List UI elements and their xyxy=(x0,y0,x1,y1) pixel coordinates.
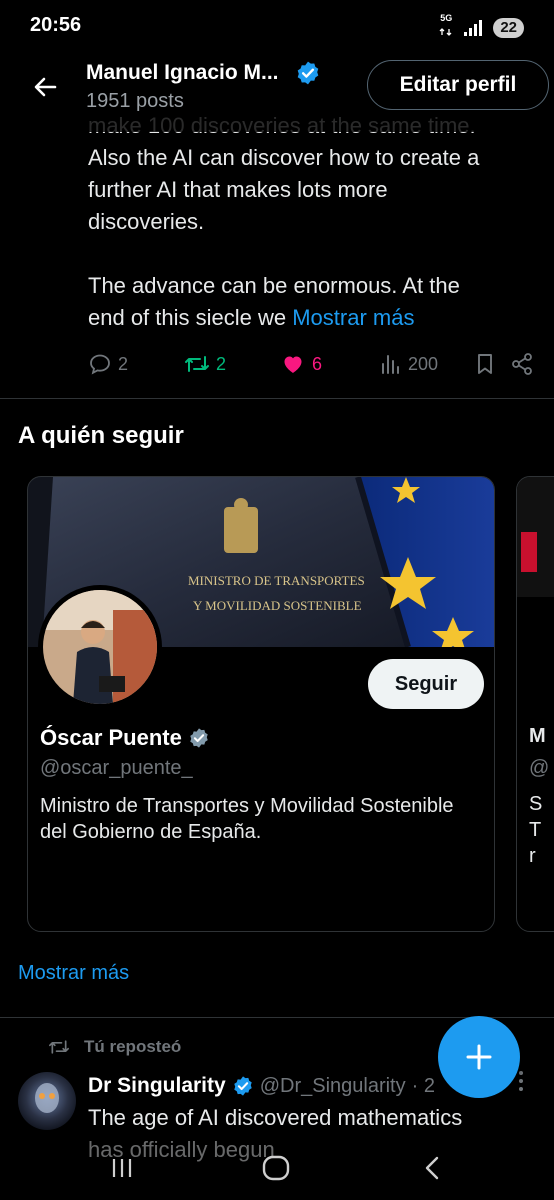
divider xyxy=(0,398,554,399)
data-arrows-icon xyxy=(439,28,452,36)
battery-indicator: 22 xyxy=(493,17,524,38)
reply-icon xyxy=(90,354,110,375)
repost-icon xyxy=(48,1040,69,1054)
tweet-line: Also the AI can discover how to create a xyxy=(88,145,480,170)
home-button[interactable] xyxy=(256,1152,296,1184)
tweet-line: end of this siecle we Mostrar más xyxy=(88,302,538,334)
views-count: 200 xyxy=(408,353,439,374)
back-nav-button[interactable] xyxy=(412,1152,452,1184)
avatar-image xyxy=(43,590,157,704)
banner-text-line: Y MOVILIDAD SOSTENIBLE xyxy=(193,598,362,613)
back-chevron-icon xyxy=(425,1156,439,1180)
tweet-line: The age of AI discovered mathematics xyxy=(88,1105,463,1130)
profile-name: Manuel Ignacio M... xyxy=(86,61,279,84)
suggested-user-name: Óscar Puente xyxy=(40,725,182,750)
network-label: 5G xyxy=(440,13,453,23)
status-time: 20:56 xyxy=(30,14,82,36)
banner-text-line: MINISTRO DE TRANSPORTES xyxy=(188,573,365,588)
avatar[interactable] xyxy=(38,585,162,709)
verified-badge-icon xyxy=(233,1076,252,1096)
share-icon xyxy=(512,353,532,375)
tweet-author-handle: @Dr_Singularity xyxy=(259,1074,406,1097)
views-action[interactable]: 200 xyxy=(380,352,438,376)
peek-letter: @ xyxy=(529,757,550,779)
post-count: 1951 posts xyxy=(86,90,184,112)
tweet-line-text: end of this siecle we xyxy=(88,305,293,330)
like-action[interactable]: 6 xyxy=(280,352,322,376)
tweet-actions: 2 2 6 200 xyxy=(88,352,538,384)
peek-letter: r xyxy=(529,845,536,867)
card-name-row: Óscar Puente xyxy=(40,725,210,751)
recent-apps-icon xyxy=(112,1159,132,1177)
share-action[interactable] xyxy=(510,352,534,376)
tweet-line: discoveries. xyxy=(88,209,205,234)
status-bar: 20:56 5G 22 xyxy=(0,0,554,52)
profile-header: Manuel Ignacio M... 1951 posts Editar pe… xyxy=(0,52,554,132)
avatar-image xyxy=(18,1072,76,1130)
peek-letter: S xyxy=(529,793,543,815)
more-options-button[interactable] xyxy=(518,1070,524,1098)
repost-label: Tú reposteó xyxy=(84,1037,182,1056)
reply-count: 2 xyxy=(118,353,129,374)
follow-suggestion-card[interactable]: MINISTRO DE TRANSPORTES Y MOVILIDAD SOST… xyxy=(27,476,495,932)
more-vertical-icon xyxy=(519,1071,523,1091)
suggested-user-handle: @oscar_puente_ xyxy=(40,757,193,779)
profile-page: make 100 discoveries at the same time. A… xyxy=(0,0,554,1200)
peek-letter: T xyxy=(529,819,542,841)
bookmark-action[interactable] xyxy=(474,352,496,376)
back-arrow-icon xyxy=(34,77,57,97)
show-more-link[interactable]: Mostrar más xyxy=(292,305,414,330)
views-chart-icon xyxy=(382,355,399,374)
profile-name-row: Manuel Ignacio M... xyxy=(86,60,321,86)
retweet-action[interactable]: 2 xyxy=(184,352,226,376)
who-to-follow-title: A quién seguir xyxy=(18,422,184,449)
network-indicator: 5G xyxy=(439,14,453,41)
plus-icon xyxy=(466,1044,492,1070)
signal-icon xyxy=(464,19,483,36)
back-button[interactable] xyxy=(28,70,62,104)
retweet-icon xyxy=(185,356,209,372)
tweet-line: further AI that makes lots more xyxy=(88,177,388,202)
avatar[interactable] xyxy=(18,1072,76,1130)
government-verified-icon xyxy=(190,728,208,748)
next-suggestion-card[interactable]: M @ S T r xyxy=(516,476,554,932)
reply-action[interactable]: 2 xyxy=(88,352,128,376)
tweet-author-name[interactable]: Dr Singularity xyxy=(88,1074,226,1098)
tweet-author-row: Dr Singularity @Dr_Singularity · 2 xyxy=(88,1074,435,1098)
repost-indicator: Tú reposteó xyxy=(48,1037,181,1057)
peek-banner xyxy=(517,477,554,597)
peek-letter: M xyxy=(529,725,546,747)
tweet-body[interactable]: make 100 discoveries at the same time. A… xyxy=(88,110,538,334)
like-count: 6 xyxy=(312,353,323,374)
tweet-line: The advance can be enormous. At the xyxy=(88,273,460,298)
system-navigation-bar xyxy=(0,1140,554,1200)
edit-profile-button[interactable]: Editar perfil xyxy=(367,60,549,110)
heart-icon xyxy=(284,356,302,373)
show-more-suggestions-link[interactable]: Mostrar más xyxy=(18,962,129,985)
suggested-user-bio: Ministro de Transportes y Movilidad Sost… xyxy=(40,795,454,843)
verified-badge-icon xyxy=(297,61,318,85)
recent-apps-button[interactable] xyxy=(102,1152,142,1184)
home-icon xyxy=(262,1155,290,1181)
bookmark-icon xyxy=(478,354,492,374)
follow-button[interactable]: Seguir xyxy=(368,659,484,709)
status-icons: 5G 22 xyxy=(439,14,524,41)
compose-button[interactable] xyxy=(438,1016,520,1098)
retweet-count: 2 xyxy=(216,353,227,374)
tweet-timestamp: · 2 xyxy=(411,1074,435,1097)
